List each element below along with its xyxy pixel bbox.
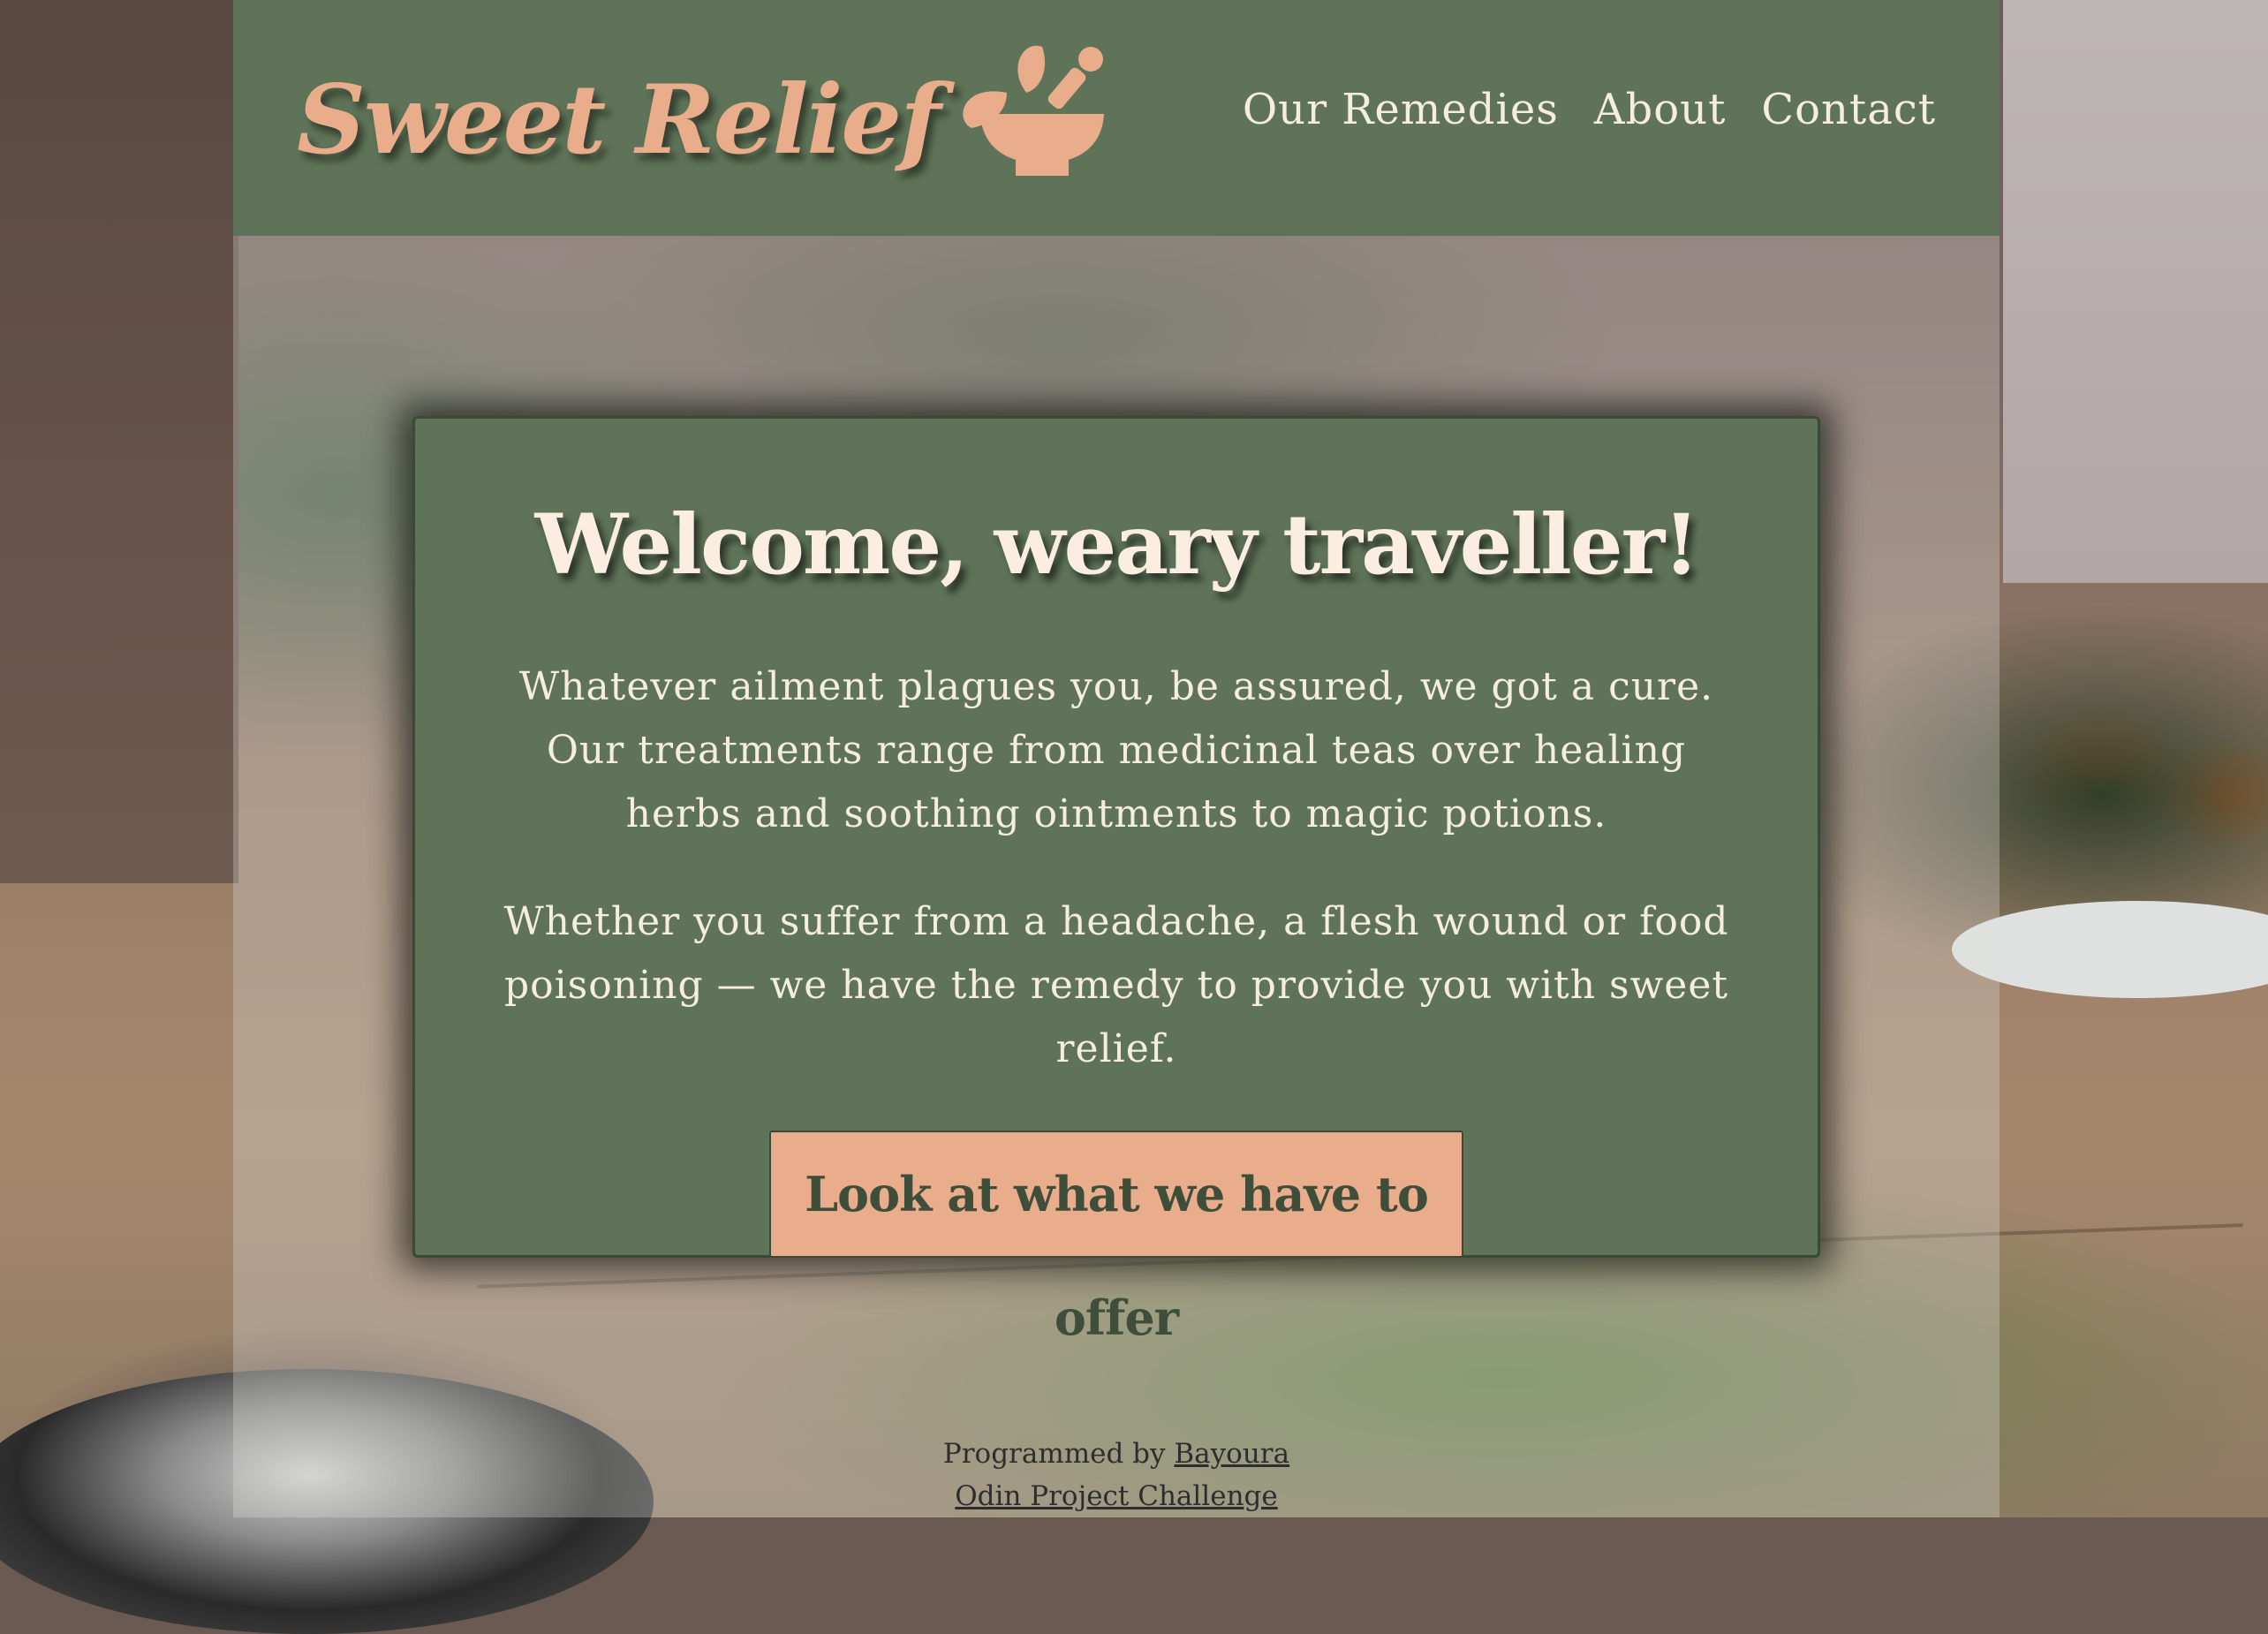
site-logo[interactable]: Sweet Relief — [297, 45, 1122, 191]
nav-contact[interactable]: Contact — [1761, 85, 1936, 134]
nav-our-remedies[interactable]: Our Remedies — [1243, 85, 1559, 134]
site-header: Sweet Relief Our Remedies About Contact — [233, 0, 2000, 236]
background-wall-right — [2003, 0, 2268, 583]
footer-challenge-link[interactable]: Odin Project Challenge — [955, 1480, 1277, 1512]
background-wall-left — [0, 0, 238, 883]
nav-about[interactable]: About — [1594, 85, 1727, 134]
main-nav: Our Remedies About Contact — [1243, 85, 1936, 134]
hero-paragraph-2: Whether you suffer from a headache, a fl… — [503, 899, 1729, 1071]
mortar-and-pestle-icon — [945, 40, 1122, 185]
footer-challenge-line: Odin Project Challenge — [233, 1475, 2000, 1517]
hero-title: Welcome, weary traveller! — [534, 496, 1700, 594]
welcome-card: Welcome, weary traveller! Whatever ailme… — [412, 416, 1820, 1346]
logo-text: Sweet Relief — [297, 64, 941, 176]
site-footer: Programmed by Bayoura Odin Project Chall… — [233, 1433, 2000, 1517]
footer-credit-line: Programmed by Bayoura — [233, 1433, 2000, 1475]
footer-author-link[interactable]: Bayoura — [1174, 1438, 1289, 1470]
hero-paragraph-1: Whatever ailment plagues you, be assured… — [518, 664, 1714, 836]
offer-button[interactable]: Look at what we have to offer — [769, 1131, 1463, 1346]
footer-programmed-by: Programmed by — [942, 1438, 1166, 1470]
